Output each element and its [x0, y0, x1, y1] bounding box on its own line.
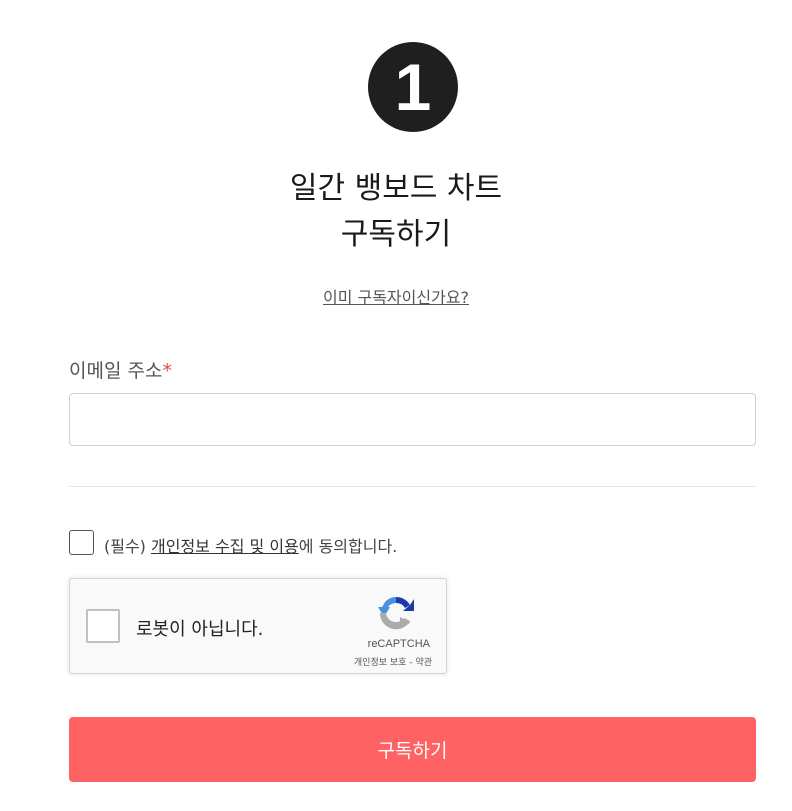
- recaptcha-terms: 개인정보 보호 - 약관: [354, 655, 432, 668]
- email-label-text: 이메일 주소: [69, 360, 163, 382]
- subscribe-button[interactable]: 구독하기: [69, 717, 756, 782]
- recaptcha-logo-icon: [378, 596, 414, 630]
- privacy-policy-link[interactable]: 개인정보 수집 및 이용: [151, 537, 299, 556]
- recaptcha-checkbox[interactable]: [86, 609, 120, 643]
- already-subscriber-link[interactable]: 이미 구독자이신가요?: [0, 284, 792, 308]
- recaptcha-privacy-link[interactable]: 개인정보 보호: [354, 658, 407, 668]
- recaptcha-brand: reCAPTCHA: [367, 638, 430, 650]
- subscribe-page: 1 일간 뱅보드 차트 구독하기 이미 구독자이신가요? 이메일 주소* (필수…: [0, 0, 792, 811]
- page-title-line2: 구독하기: [340, 217, 452, 252]
- required-mark: *: [162, 360, 172, 382]
- recaptcha-widget: 로봇이 아닙니다. reCAPTCHA 개인정보 보호 - 약관: [69, 578, 447, 674]
- consent-text: (필수) 개인정보 수집 및 이용에 동의합니다.: [104, 533, 397, 557]
- consent-prefix: (필수): [104, 537, 152, 556]
- consent-suffix: 에 동의합니다.: [298, 537, 398, 556]
- recaptcha-label: 로봇이 아닙니다.: [136, 619, 264, 640]
- consent-checkbox[interactable]: [69, 530, 94, 555]
- divider: [69, 486, 756, 487]
- step-number-badge: 1: [368, 42, 458, 132]
- email-label: 이메일 주소*: [69, 356, 172, 383]
- page-title-line1: 일간 뱅보드 차트: [289, 171, 503, 206]
- recaptcha-terms-link[interactable]: 약관: [415, 658, 432, 668]
- email-input[interactable]: [69, 393, 756, 446]
